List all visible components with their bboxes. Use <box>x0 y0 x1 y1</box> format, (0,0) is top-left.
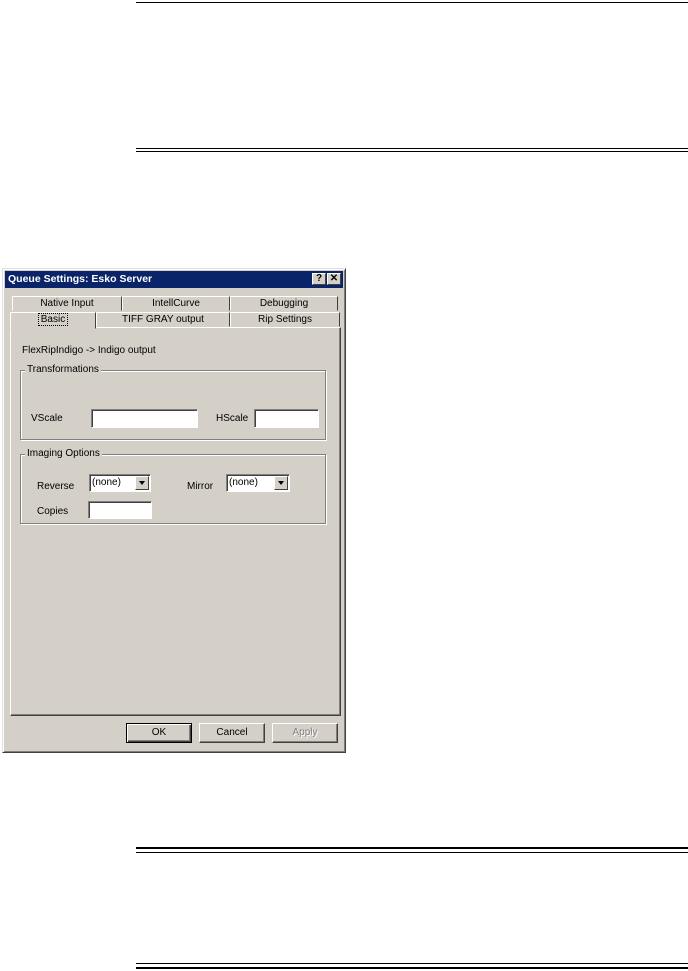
close-icon: ✕ <box>329 273 339 284</box>
reverse-dropdown[interactable]: (none) <box>89 474 151 492</box>
apply-button[interactable]: Apply <box>272 723 338 743</box>
tab-native-input[interactable]: Native Input <box>12 296 122 311</box>
hscale-input[interactable] <box>254 409 319 428</box>
output-subtitle: FlexRipIndigo -> Indigo output <box>22 345 156 356</box>
tab-intellcurve[interactable]: IntellCurve <box>122 296 230 311</box>
chevron-down-icon[interactable] <box>135 476 149 490</box>
mirror-dropdown[interactable]: (none) <box>226 474 290 492</box>
transformations-group: Transformations VScale HScale <box>20 364 326 440</box>
reverse-value: (none) <box>92 477 121 488</box>
ok-button[interactable]: OK <box>126 723 192 743</box>
hscale-label: HScale <box>216 413 249 424</box>
lower-rule-2 <box>136 852 688 853</box>
help-icon: ? <box>315 273 323 284</box>
upper-rule-1 <box>136 148 688 149</box>
copies-input[interactable] <box>88 501 152 519</box>
dialog-title: Queue Settings: Esko Server <box>8 273 153 285</box>
upper-rule-2 <box>136 151 688 152</box>
copies-label: Copies <box>37 506 69 517</box>
bottom-rule-1 <box>136 963 688 964</box>
imaging-options-group: Imaging Options Reverse (none) Mirror (n… <box>20 448 326 524</box>
mirror-value: (none) <box>229 477 258 488</box>
mirror-label: Mirror <box>187 481 214 492</box>
cancel-button[interactable]: Cancel <box>199 723 265 743</box>
title-bar[interactable]: Queue Settings: Esko Server ? ✕ <box>5 271 343 288</box>
transformations-legend: Transformations <box>25 364 101 375</box>
queue-settings-dialog: Queue Settings: Esko Server ? ✕ Native I… <box>2 268 346 753</box>
vscale-label: VScale <box>31 413 63 424</box>
lower-rule-1 <box>136 847 688 849</box>
tab-tiff-gray-output[interactable]: TIFF GRAY output <box>96 312 230 327</box>
vscale-input[interactable] <box>91 409 198 428</box>
basic-tab-panel: FlexRipIndigo -> Indigo output Transform… <box>10 327 341 716</box>
tab-debugging[interactable]: Debugging <box>230 296 338 311</box>
tab-basic[interactable]: Basic <box>10 312 96 329</box>
reverse-label: Reverse <box>37 481 75 492</box>
chevron-down-icon[interactable] <box>274 476 288 490</box>
close-button[interactable]: ✕ <box>327 273 341 285</box>
help-button[interactable]: ? <box>312 273 326 285</box>
top-rule <box>136 2 688 3</box>
imaging-options-legend: Imaging Options <box>25 448 102 459</box>
tab-rip-settings[interactable]: Rip Settings <box>230 312 340 327</box>
bottom-rule-2 <box>136 967 688 969</box>
